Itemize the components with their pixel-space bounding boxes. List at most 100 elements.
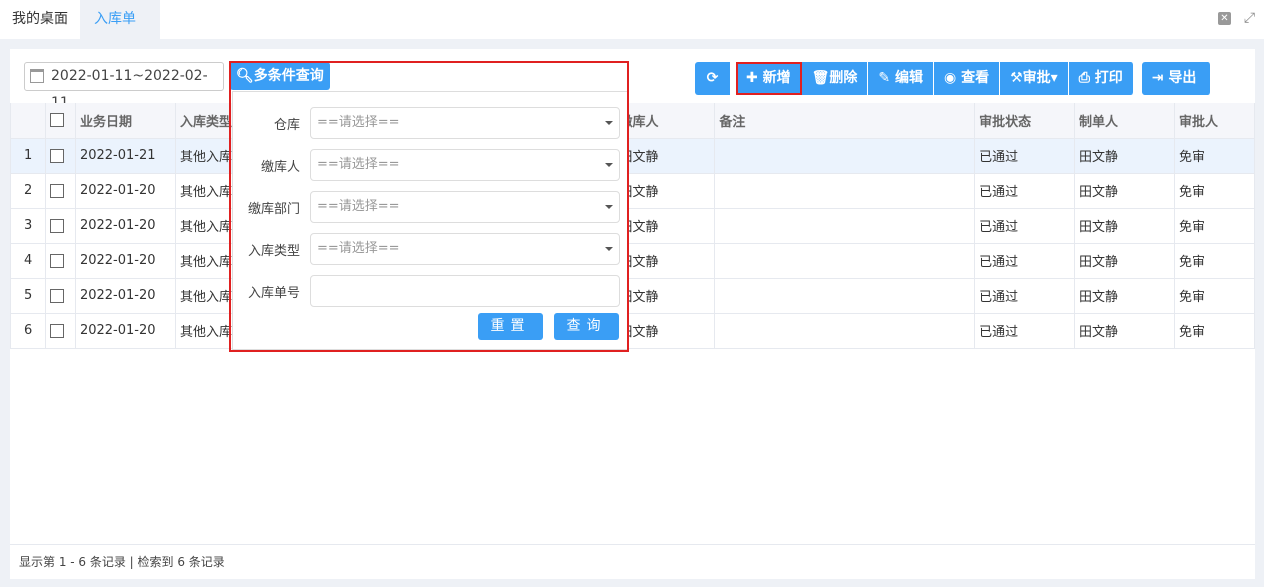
order-number-input[interactable] [310, 275, 620, 307]
row-note [714, 243, 976, 279]
tab-desktop[interactable]: 我的桌面 [0, 0, 80, 39]
row-approver: 免审 [1173, 173, 1256, 209]
export-icon: ⇥ [1151, 70, 1164, 86]
col-approver[interactable]: 审批人 [1173, 103, 1256, 139]
col-note[interactable]: 备注 [714, 103, 976, 139]
col-select-all[interactable] [44, 103, 76, 139]
row-note [714, 138, 976, 174]
date-range-input[interactable]: 2022-01-11~2022-02-11 [24, 62, 224, 111]
table-row[interactable]: 6 2022-01-20 其他入库 田文静 已通过 田文静 免审 [10, 313, 1256, 349]
row-payer: 田文静 [614, 278, 716, 314]
filter-popup: 重置 查询 仓库 ==请选择== 缴库人 ==请选择== 缴库部门 ==请选择== 入库类型… [232, 91, 628, 350]
row-status: 已通过 [974, 313, 1076, 349]
row-checkbox[interactable] [44, 278, 76, 314]
plus-icon: ✚ [746, 70, 758, 86]
trash-icon: 🗑︎ [811, 70, 830, 86]
eye-icon: ◉ [944, 70, 957, 86]
close-all-icon[interactable]: ✕ [1218, 12, 1231, 25]
refresh-button[interactable]: ⟳ [695, 62, 731, 95]
view-button[interactable]: ◉ 查看 [934, 62, 1001, 95]
approve-dropdown[interactable]: ⚒审批▾ [1000, 62, 1069, 95]
edit-button[interactable]: ✎ 编辑 [868, 62, 934, 95]
print-label: 打印 [1094, 70, 1123, 86]
query-label: 多条件查询 [253, 68, 324, 84]
col-maker[interactable]: 制单人 [1074, 103, 1175, 139]
print-button[interactable]: ⎙ 打印 [1068, 62, 1134, 95]
row-index: 3 [10, 208, 46, 244]
reset-button[interactable]: 重置 [478, 313, 543, 340]
filter-select[interactable]: ==请选择== [310, 107, 620, 139]
placeholder: ==请选择== [317, 199, 400, 214]
row-approver: 免审 [1173, 208, 1256, 244]
search-button[interactable]: 查询 [554, 313, 619, 340]
filter-label: 入库类型 [247, 244, 300, 259]
add-button[interactable]: ✚ 新增 [736, 62, 802, 95]
multi-condition-query-button[interactable]: 🔍︎多条件查询 [230, 62, 330, 90]
row-payer: 田文静 [614, 173, 716, 209]
row-checkbox[interactable] [44, 313, 76, 349]
filter-select[interactable]: ==请选择== [310, 149, 620, 181]
caret-down-icon [605, 205, 613, 213]
add-label: 新增 [762, 70, 791, 86]
table-row[interactable]: 3 2022-01-20 其他入库 田文静 已通过 田文静 免审 [10, 208, 1256, 244]
row-checkbox-box[interactable] [49, 288, 64, 303]
row-checkbox-box[interactable] [49, 253, 64, 268]
row-note [714, 173, 976, 209]
refresh-icon: ⟳ [706, 70, 719, 86]
row-maker: 田文静 [1074, 278, 1175, 314]
col-status[interactable]: 审批状态 [974, 103, 1076, 139]
row-checkbox[interactable] [44, 138, 76, 174]
delete-button[interactable]: 🗑︎删除 [801, 62, 869, 95]
tab-inbound-order[interactable]: 入库单 [80, 0, 160, 39]
row-index: 4 [10, 243, 46, 279]
col-payer[interactable]: 缴库人 [614, 103, 716, 139]
row-note [714, 208, 976, 244]
row-checkbox[interactable] [44, 173, 76, 209]
delete-label: 删除 [829, 70, 858, 86]
pagination-info: 显示第 1 - 6 条记录 | 检索到 6 条记录 [10, 544, 1255, 579]
row-status: 已通过 [974, 138, 1076, 174]
row-note [714, 313, 976, 349]
caret-down-icon [605, 247, 613, 255]
table-row[interactable]: 5 2022-01-20 其他入库 田文静 已通过 田文静 免审 [10, 278, 1256, 314]
filter-select[interactable]: ==请选择== [310, 191, 620, 223]
row-date: 2022-01-20 [74, 173, 176, 209]
table-row[interactable]: 2 2022-01-20 其他入库 田文静 已通过 田文静 免审 [10, 173, 1256, 209]
row-status: 已通过 [974, 243, 1076, 279]
placeholder: ==请选择== [317, 157, 400, 172]
row-checkbox-box[interactable] [49, 183, 64, 198]
row-approver: 免审 [1173, 243, 1256, 279]
row-approver: 免审 [1173, 313, 1256, 349]
row-status: 已通过 [974, 278, 1076, 314]
edit-label: 编辑 [895, 70, 923, 86]
toolbar: ⟳ ✚ 新增 🗑︎删除 ✎ 编辑 ◉ 查看 ⚒审批▾ ⎙ 打印 ⇥ 导出 [695, 62, 1211, 95]
row-checkbox[interactable] [44, 243, 76, 279]
row-maker: 田文静 [1074, 173, 1175, 209]
row-checkbox-box[interactable] [49, 218, 64, 233]
main-panel: 2022-01-11~2022-02-11 🔍︎多条件查询 ⟳ ✚ 新增 🗑︎删… [10, 49, 1256, 579]
filter-row: 入库单号 [233, 275, 629, 307]
gavel-icon: ⚒ [1010, 70, 1023, 86]
row-date: 2022-01-20 [74, 243, 176, 279]
row-maker: 田文静 [1074, 208, 1175, 244]
filter-row: 缴库部门 ==请选择== [233, 191, 629, 223]
table-row[interactable]: 4 2022-01-20 其他入库 田文静 已通过 田文静 免审 [10, 243, 1256, 279]
row-maker: 田文静 [1074, 138, 1175, 174]
row-checkbox[interactable] [44, 208, 76, 244]
inbound-table: 业务日期 入库类型 缴库人 备注 审批状态 制单人 审批人 1 2022-01-2… [10, 103, 1256, 349]
select-all-checkbox[interactable] [49, 113, 64, 128]
export-button[interactable]: ⇥ 导出 [1141, 62, 1211, 95]
table-row[interactable]: 1 2022-01-21 其他入库 田文静 已通过 田文静 免审 [10, 138, 1256, 174]
table-header: 业务日期 入库类型 缴库人 备注 审批状态 制单人 审批人 [10, 103, 1256, 139]
row-index: 5 [10, 278, 46, 314]
row-date: 2022-01-20 [74, 313, 176, 349]
row-index: 6 [10, 313, 46, 349]
row-checkbox-box[interactable] [49, 148, 64, 163]
row-payer: 田文静 [614, 313, 716, 349]
filter-select[interactable]: ==请选择== [310, 233, 620, 265]
row-approver: 免审 [1173, 138, 1256, 174]
col-date[interactable]: 业务日期 [74, 103, 176, 139]
filter-row: 缴库人 ==请选择== [233, 149, 629, 181]
row-checkbox-box[interactable] [49, 323, 64, 338]
fullscreen-icon[interactable]: ⤢ [1243, 11, 1256, 25]
